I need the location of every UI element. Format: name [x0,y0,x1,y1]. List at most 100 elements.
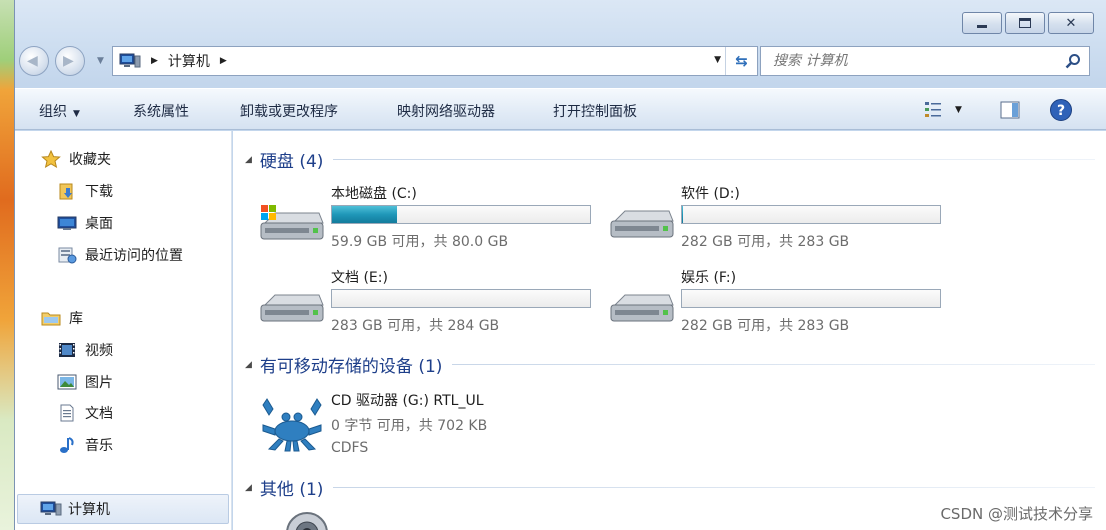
address-bar[interactable]: ▶ 计算机 ▶ ▼ ⇆ [112,46,758,76]
group-divider [452,364,1095,365]
drive-label: 本地磁盘 (C:) [331,186,417,202]
search-box[interactable] [760,46,1090,76]
navigation-bar: ◀ ▶ ▼ ▶ 计算机 ▶ ▼ ⇆ [15,42,1106,80]
drive-f[interactable]: 娱乐 (F:) 282 GB 可用，共 283 GB [609,267,949,337]
sidebar-item-label: 音乐 [85,438,113,454]
sidebar-item-label: 视频 [85,343,113,359]
sidebar-item-pictures[interactable]: 图片 [57,372,113,392]
recent-places-icon [57,246,77,264]
drive-usage-bar [681,289,941,308]
realtek-crab-icon [262,398,322,452]
cd-drive-label: CD 驱动器 (G:) RTL_UL [331,393,484,409]
drive-e[interactable]: 文档 (E:) 283 GB 可用，共 284 GB [259,267,599,337]
picture-icon [57,373,77,391]
forward-button[interactable]: ▶ [55,46,85,76]
sidebar-item-documents[interactable]: 文档 [57,403,113,423]
sidebar-item-libraries[interactable]: 库 [41,308,83,328]
organize-label: 组织 [39,104,67,120]
refresh-button[interactable]: ⇆ [725,47,757,75]
help-icon: ? [1050,99,1072,121]
sidebar-item-label: 计算机 [68,502,110,518]
help-button[interactable]: ? [1049,97,1073,123]
breadcrumb-separator-icon[interactable]: ▶ [220,56,227,66]
organize-menu[interactable]: 组织 ▼ [39,101,80,121]
drive-usage-bar [681,205,941,224]
sidebar-item-desktop[interactable]: 桌面 [57,213,113,233]
map-network-drive-button[interactable]: 映射网络驱动器 [397,101,495,121]
desktop-background-strip [0,0,14,530]
drive-usage-bar [331,205,591,224]
group-other[interactable]: ◢ 其他 (1) [245,475,1095,500]
close-button[interactable]: ✕ [1048,12,1094,34]
group-hard-disks[interactable]: ◢ 硬盘 (4) [245,147,1095,172]
collapse-triangle-icon[interactable]: ◢ [245,483,252,493]
usage-fill [682,206,684,223]
search-icon[interactable] [1065,53,1081,69]
cd-drive-size-text: 0 字节 可用，共 702 KB [331,418,488,434]
drive-label: 文档 (E:) [331,270,388,286]
sidebar-item-label: 库 [69,311,83,327]
drive-c[interactable]: 本地磁盘 (C:) 59.9 GB 可用，共 80.0 GB [259,183,599,253]
group-divider [333,159,1095,160]
view-options-button[interactable]: ▼ [923,97,962,123]
sidebar-item-label: 图片 [85,375,113,391]
forward-arrow-icon: ▶ [63,53,74,69]
group-divider [333,487,1095,488]
libraries-folder-icon [41,309,61,327]
preview-pane-icon [1000,101,1020,119]
svg-text:?: ? [1057,103,1065,119]
sidebar-item-downloads[interactable]: 下载 [57,181,113,201]
cd-drive-g[interactable]: CD 驱动器 (G:) RTL_UL 0 字节 可用，共 702 KB CDFS [259,387,599,463]
open-control-panel-button[interactable]: 打开控制面板 [553,101,637,121]
drive-d[interactable]: 软件 (D:) 282 GB 可用，共 283 GB [609,183,949,253]
minimize-button[interactable] [962,12,1002,34]
drive-size-text: 59.9 GB 可用，共 80.0 GB [331,234,509,250]
sidebar-item-videos[interactable]: 视频 [57,340,113,360]
refresh-icon: ⇆ [735,52,748,70]
drive-size-text: 282 GB 可用，共 283 GB [681,234,850,250]
sidebar-item-label: 下载 [85,184,113,200]
minimize-icon [977,24,987,28]
chevron-down-icon: ▼ [955,105,962,115]
sidebar-item-label: 文档 [85,406,113,422]
sidebar-item-computer[interactable]: 计算机 [17,494,229,524]
group-title: 其他 (1) [259,480,324,500]
sidebar-item-music[interactable]: 音乐 [57,435,113,455]
recent-pages-dropdown[interactable]: ▼ [97,56,104,66]
sidebar-item-recent[interactable]: 最近访问的位置 [57,245,183,265]
sidebar-item-favorites[interactable]: 收藏夹 [41,149,111,169]
maximize-icon [1019,18,1031,28]
computer-icon [119,53,141,68]
maximize-button[interactable] [1005,12,1045,34]
group-removable-storage[interactable]: ◢ 有可移动存储的设备 (1) [245,352,1095,377]
sidebar-item-label: 最近访问的位置 [85,248,183,264]
back-button[interactable]: ◀ [19,46,49,76]
close-icon: ✕ [1065,15,1077,31]
search-input[interactable] [773,53,1053,69]
group-title: 硬盘 (4) [259,152,324,172]
sidebar-item-label: 桌面 [85,216,113,232]
breadcrumb-separator-icon[interactable]: ▶ [151,56,158,66]
caption-buttons: ✕ [962,12,1094,34]
usage-fill [332,206,397,223]
back-arrow-icon: ◀ [27,53,38,69]
address-dropdown-icon[interactable]: ▼ [714,55,721,65]
webcam-device-icon[interactable] [283,509,331,530]
cd-drive-filesystem: CDFS [331,440,369,456]
computer-icon [40,500,62,518]
drive-size-text: 283 GB 可用，共 284 GB [331,318,500,334]
group-title: 有可移动存储的设备 (1) [259,357,443,377]
command-bar: 组织 ▼ 系统属性 卸载或更改程序 映射网络驱动器 打开控制面板 ▼ ? [15,88,1106,130]
collapse-triangle-icon[interactable]: ◢ [245,155,252,165]
video-icon [57,341,77,359]
hard-drive-icon [260,294,324,322]
system-properties-button[interactable]: 系统属性 [133,101,189,121]
desktop-icon [57,214,77,232]
hard-drive-icon [610,210,674,238]
preview-pane-button[interactable] [999,97,1021,123]
collapse-triangle-icon[interactable]: ◢ [245,360,252,370]
star-icon [41,149,61,169]
uninstall-program-button[interactable]: 卸载或更改程序 [240,101,338,121]
breadcrumb-computer[interactable]: 计算机 [168,51,210,71]
explorer-window: ✕ ◀ ▶ ▼ ▶ 计算机 ▶ ▼ ⇆ 搜索 计算机 组织 ▼ 系统属性 卸载或… [14,0,1106,530]
